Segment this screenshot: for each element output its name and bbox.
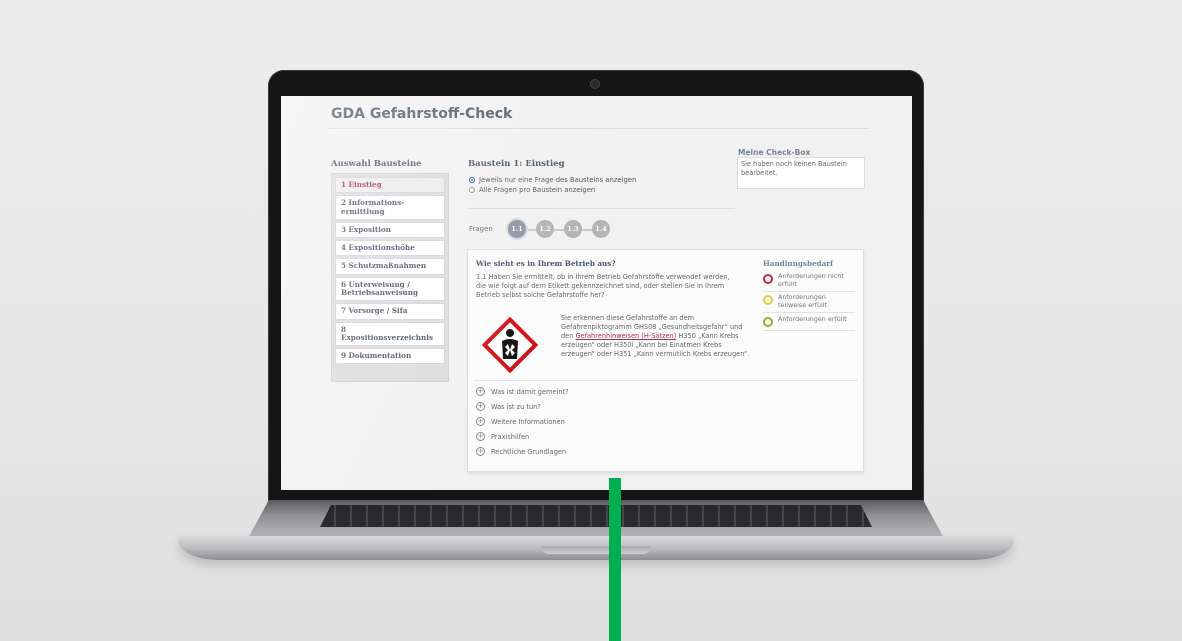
sidebar-item-expositionsverzeichnis[interactable]: 8 Expositionsverzeichnis xyxy=(335,321,445,347)
accordion-weitere-informationen[interactable]: + Weitere Informationen xyxy=(476,417,565,426)
sidebar-item-label: 5 Schutzmaßnahmen xyxy=(341,261,427,271)
sidebar-item-unterweisung[interactable]: 6 Unterweisung / Betriebsanweisung xyxy=(335,276,445,302)
plus-circle-icon[interactable]: + xyxy=(476,402,485,411)
radio-option-single[interactable]: Jeweils nur eine Frage des Bausteins anz… xyxy=(469,176,636,184)
question-heading: Wie sieht es in Ihrem Betrieb aus? xyxy=(476,259,616,268)
sidebar: 1 Einstieg 2 Informations- ermittlung 3 … xyxy=(331,173,449,382)
sidebar-item-label: 3 Exposition xyxy=(341,224,391,234)
accordion-label: Was ist damit gemeint? xyxy=(491,387,569,396)
red-ring-icon[interactable] xyxy=(763,274,773,284)
question-step-1[interactable]: 1.1 xyxy=(508,220,526,238)
section-title: Baustein 1: Einstieg xyxy=(468,159,565,169)
checkbox-panel: Sie haben noch keinen Baustein bearbeite… xyxy=(737,157,865,189)
rating-label: Anforderungen teilweise erfüllt xyxy=(778,293,828,309)
rating-label: Anforderungen nicht erfüllt xyxy=(778,272,844,288)
question-step-2[interactable]: 1.2 xyxy=(536,220,554,238)
rating-fulfilled[interactable]: Anforderungen erfüllt xyxy=(763,315,855,331)
green-marker-bar xyxy=(609,478,621,641)
green-ring-icon[interactable] xyxy=(763,317,773,327)
rating-not-fulfilled[interactable]: Anforderungen nicht erfüllt xyxy=(763,272,855,293)
sidebar-item-label: 9 Dokumentation xyxy=(341,351,412,361)
divider xyxy=(474,380,858,381)
radio-button-checked[interactable] xyxy=(469,177,475,183)
radio-option-all[interactable]: Alle Fragen pro Baustein anzeigen xyxy=(469,186,595,194)
laptop-scene: GDA Gefahrstoff-Check Auswahl Bausteine … xyxy=(0,0,1182,641)
accordion-label: Praxishilfen xyxy=(491,432,530,441)
radio-label: Jeweils nur eine Frage des Bausteins anz… xyxy=(479,176,637,184)
sidebar-item-vorsorge[interactable]: 7 Vorsorge / Sifa xyxy=(335,303,445,320)
plus-circle-icon[interactable]: + xyxy=(476,432,485,441)
accordion-label: Weitere Informationen xyxy=(491,417,565,426)
radio-label: Alle Fragen pro Baustein anzeigen xyxy=(479,186,596,194)
sidebar-item-label: 4 Expositionshöhe xyxy=(341,243,415,253)
divider xyxy=(329,128,869,129)
ghs08-health-hazard-icon xyxy=(481,316,539,374)
sidebar-item-label: 6 Unterweisung / Betriebsanweisung xyxy=(341,279,419,297)
keyboard xyxy=(320,505,872,527)
accordion-was-ist-zu-tun[interactable]: + Was ist zu tun? xyxy=(476,402,541,411)
sidebar-item-label: 1 Einstieg xyxy=(341,180,382,189)
question-step-4[interactable]: 1.4 xyxy=(592,220,610,238)
laptop-screen: GDA Gefahrstoff-Check Auswahl Bausteine … xyxy=(281,96,912,490)
questions-label: Fragen xyxy=(469,225,493,233)
yellow-ring-icon[interactable] xyxy=(763,295,773,305)
question-text: 1.1 Haben Sie ermittelt, ob in Ihrem Bet… xyxy=(476,273,730,299)
question-subtext: Sie erkennen diese Gefahrstoffe an dem G… xyxy=(561,314,753,358)
sidebar-item-schutzmassnahmen[interactable]: 5 Schutzmaßnahmen xyxy=(335,258,445,275)
sidebar-heading: Auswahl Bausteine xyxy=(331,159,422,169)
accordion-was-ist-gemeint[interactable]: + Was ist damit gemeint? xyxy=(476,387,569,396)
laptop-notch xyxy=(541,546,651,554)
checkbox-heading: Meine Check-Box xyxy=(738,148,811,157)
radio-button[interactable] xyxy=(469,187,475,193)
sidebar-item-label: 8 Expositionsverzeichnis xyxy=(341,324,434,342)
sidebar-item-exposition[interactable]: 3 Exposition xyxy=(335,221,445,239)
sidebar-item-dokumentation[interactable]: 9 Dokumentation xyxy=(335,348,445,365)
rating-partially-fulfilled[interactable]: Anforderungen teilweise erfüllt xyxy=(763,293,855,314)
sidebar-item-expositionshoehe[interactable]: 4 Expositionshöhe xyxy=(335,240,445,257)
sidebar-item-einstieg[interactable]: 1 Einstieg xyxy=(335,177,445,194)
plus-circle-icon[interactable]: + xyxy=(476,387,485,396)
h-saetze-link[interactable]: Gefahrenhinweisen (H-Sätzen) xyxy=(576,332,677,340)
sidebar-item-label: 7 Vorsorge / Sifa xyxy=(341,306,408,316)
divider xyxy=(467,208,735,209)
accordion-praxishilfen[interactable]: + Praxishilfen xyxy=(476,432,529,441)
plus-circle-icon[interactable]: + xyxy=(476,417,485,426)
sidebar-item-informationsermittlung[interactable]: 2 Informations- ermittlung xyxy=(335,195,445,220)
page-title: GDA Gefahrstoff-Check xyxy=(331,106,513,122)
rating-label: Anforderungen erfüllt xyxy=(778,315,847,323)
webcam-icon xyxy=(591,80,599,88)
plus-circle-icon[interactable]: + xyxy=(476,447,485,456)
accordion-rechtliche-grundlagen[interactable]: + Rechtliche Grundlagen xyxy=(476,447,566,456)
question-panel: Wie sieht es in Ihrem Betrieb aus? 1.1 H… xyxy=(467,249,864,472)
accordion-label: Was ist zu tun? xyxy=(491,402,541,411)
handlungsbedarf-heading: Handlungsbedarf xyxy=(763,259,834,268)
question-step-3[interactable]: 1.3 xyxy=(564,220,582,238)
accordion-label: Rechtliche Grundlagen xyxy=(491,447,567,456)
sidebar-item-label: 2 Informations- ermittlung xyxy=(341,198,405,216)
